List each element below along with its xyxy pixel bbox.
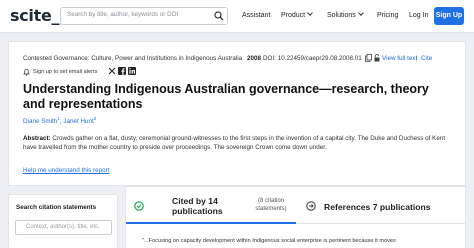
scite-logo[interactable]: scite_ — [10, 6, 60, 25]
citation-search-input[interactable]: Context, author(s), title, etc. — [15, 220, 112, 235]
citation-search-title: Search citation statements — [16, 204, 97, 211]
chevron-down-icon — [357, 10, 364, 16]
lock-icon — [374, 54, 380, 62]
author-list: Diane Smith1, Janet Hunt2 — [23, 116, 97, 126]
login-link[interactable]: Log In — [409, 12, 428, 19]
view-full-text-link[interactable]: View full text — [382, 55, 417, 62]
help-understand-link[interactable]: Help me understand this report — [23, 167, 109, 174]
citation-search-placeholder: Context, author(s), title, etc. — [26, 224, 100, 230]
nav-assistant[interactable]: Assistant — [242, 12, 270, 19]
search-button[interactable] — [212, 8, 227, 24]
tab-cited-by[interactable]: Cited by 14 publications (8 citation sta… — [126, 187, 296, 224]
nav-solutions[interactable]: Solutions — [327, 10, 364, 19]
citation-panel: Cited by 14 publications (8 citation sta… — [125, 186, 466, 248]
citation-statements-count: (8 citation statements) — [255, 198, 287, 212]
twitter-icon[interactable] — [108, 67, 116, 75]
references-icon — [306, 201, 316, 211]
publication-year: 2008 — [247, 55, 262, 62]
bell-icon[interactable] — [23, 68, 30, 76]
cited-by-icon — [134, 201, 144, 211]
abstract-label: Abstract: — [23, 135, 51, 142]
linkedin-icon[interactable] — [128, 67, 136, 75]
nav-pricing[interactable]: Pricing — [377, 12, 398, 19]
references-label: References 7 publications — [324, 202, 431, 212]
email-alert-link[interactable]: Sign up to set email alerts — [33, 69, 97, 75]
nav-product[interactable]: Product — [281, 10, 313, 19]
abstract: Abstract: Crowds gather on a flat, dusty… — [23, 134, 459, 153]
journal-name[interactable]: Contested Governance: Culture, Power and… — [23, 55, 242, 62]
doi-text: DOI: 10.22459/caepr29.08.2008.01 — [263, 55, 362, 62]
signup-button[interactable]: Sign Up — [434, 7, 464, 25]
author-name: Janet Hunt — [63, 118, 94, 126]
separator: | — [416, 55, 418, 62]
citation-search-panel: Search citation statements Context, auth… — [8, 194, 118, 248]
search-input[interactable]: Search by title, author, keywords or DOI — [60, 7, 228, 25]
author-name: Diane Smith — [23, 118, 58, 126]
nav-product-label: Product — [281, 12, 306, 19]
author-link[interactable]: Diane Smith1 — [23, 116, 60, 126]
search-icon — [214, 11, 224, 21]
cite-link[interactable]: Cite — [421, 55, 432, 62]
author-affiliation-marker: 1 — [57, 116, 60, 121]
search-placeholder: Search by title, author, keywords or DOI — [67, 11, 179, 18]
paper-card: Contested Governance: Culture, Power and… — [8, 41, 466, 186]
citation-snippet: "...Focusing on capacity development wit… — [142, 238, 396, 244]
cited-by-label: Cited by 14 publications — [172, 196, 223, 216]
facebook-icon[interactable] — [118, 67, 126, 75]
author-affiliation-marker: 2 — [93, 116, 97, 121]
author-link[interactable]: Janet Hunt2 — [63, 116, 97, 126]
nav-solutions-label: Solutions — [327, 12, 356, 19]
paper-title: Understanding Indigenous Australian gove… — [23, 82, 429, 111]
copy-icon[interactable] — [365, 54, 372, 62]
abstract-text: Crowds gather on a flat, dusty, ceremoni… — [23, 135, 446, 152]
top-header: scite_ Search by title, author, keywords… — [0, 0, 474, 33]
chevron-down-icon — [307, 10, 313, 16]
tab-references[interactable]: References 7 publications — [296, 187, 466, 224]
